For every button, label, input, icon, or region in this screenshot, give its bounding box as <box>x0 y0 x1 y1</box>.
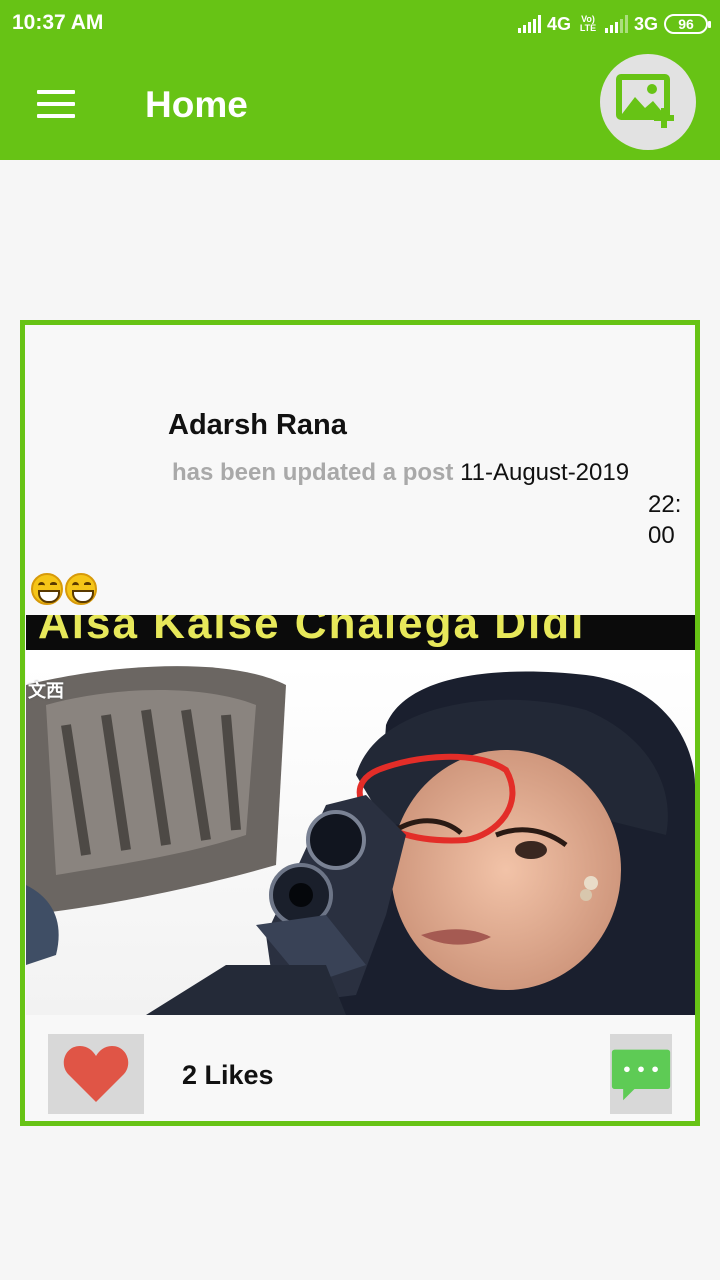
status-time: 10:37 AM <box>12 11 104 34</box>
comment-button[interactable] <box>610 1034 672 1114</box>
add-photo-button[interactable] <box>600 54 696 150</box>
post-author[interactable]: Adarsh Rana <box>168 409 347 442</box>
likes-count: 2 Likes <box>182 1060 274 1090</box>
status-indicators: 4G Vo) LTE 3G 96 <box>517 10 711 38</box>
image-title-text: Aisa Kaise Chalega Didi <box>38 615 586 648</box>
hamburger-line <box>37 114 75 118</box>
post-action-text: has been updated a post <box>172 459 454 486</box>
heart-icon <box>63 1046 129 1102</box>
status-bar: 10:37 AM 4G Vo) LTE 3G 96 <box>0 0 720 48</box>
post-meta: has been updated a post 11-August-2019 <box>172 457 667 488</box>
image-watermark: 文西 <box>28 681 64 701</box>
add-photo-icon <box>616 74 674 128</box>
signal-strength-icon <box>517 15 541 33</box>
image-title-band: Aisa Kaise Chalega Didi <box>26 615 695 650</box>
network-type-label: 4G <box>546 13 571 34</box>
hamburger-line <box>37 102 75 106</box>
post-date: 11-August-2019 <box>460 459 630 486</box>
post-photo <box>26 665 695 1015</box>
post-time: 22:00 <box>648 491 682 549</box>
post-image[interactable]: Aisa Kaise Chalega Didi 文西 <box>26 615 695 1015</box>
volte-icon: Vo) LTE <box>577 15 599 33</box>
volte-bottom-label: LTE <box>579 23 597 33</box>
battery-icon: 96 <box>664 14 711 34</box>
post-caption <box>31 573 97 605</box>
battery-level: 96 <box>678 16 694 32</box>
comment-bubble-icon <box>611 1049 671 1101</box>
signal-strength-icon-2 <box>604 15 628 33</box>
menu-button[interactable] <box>26 78 86 130</box>
grinning-squinting-face-icon <box>65 573 97 605</box>
app-bar: Home <box>0 48 720 160</box>
post-card[interactable]: Adarsh Rana has been updated a post 11-A… <box>20 320 700 1126</box>
network-type-label-2: 3G <box>633 13 658 34</box>
hamburger-menu-icon <box>37 90 75 94</box>
grinning-squinting-face-icon <box>31 573 63 605</box>
like-button[interactable] <box>48 1034 144 1114</box>
page-title: Home <box>145 84 248 125</box>
